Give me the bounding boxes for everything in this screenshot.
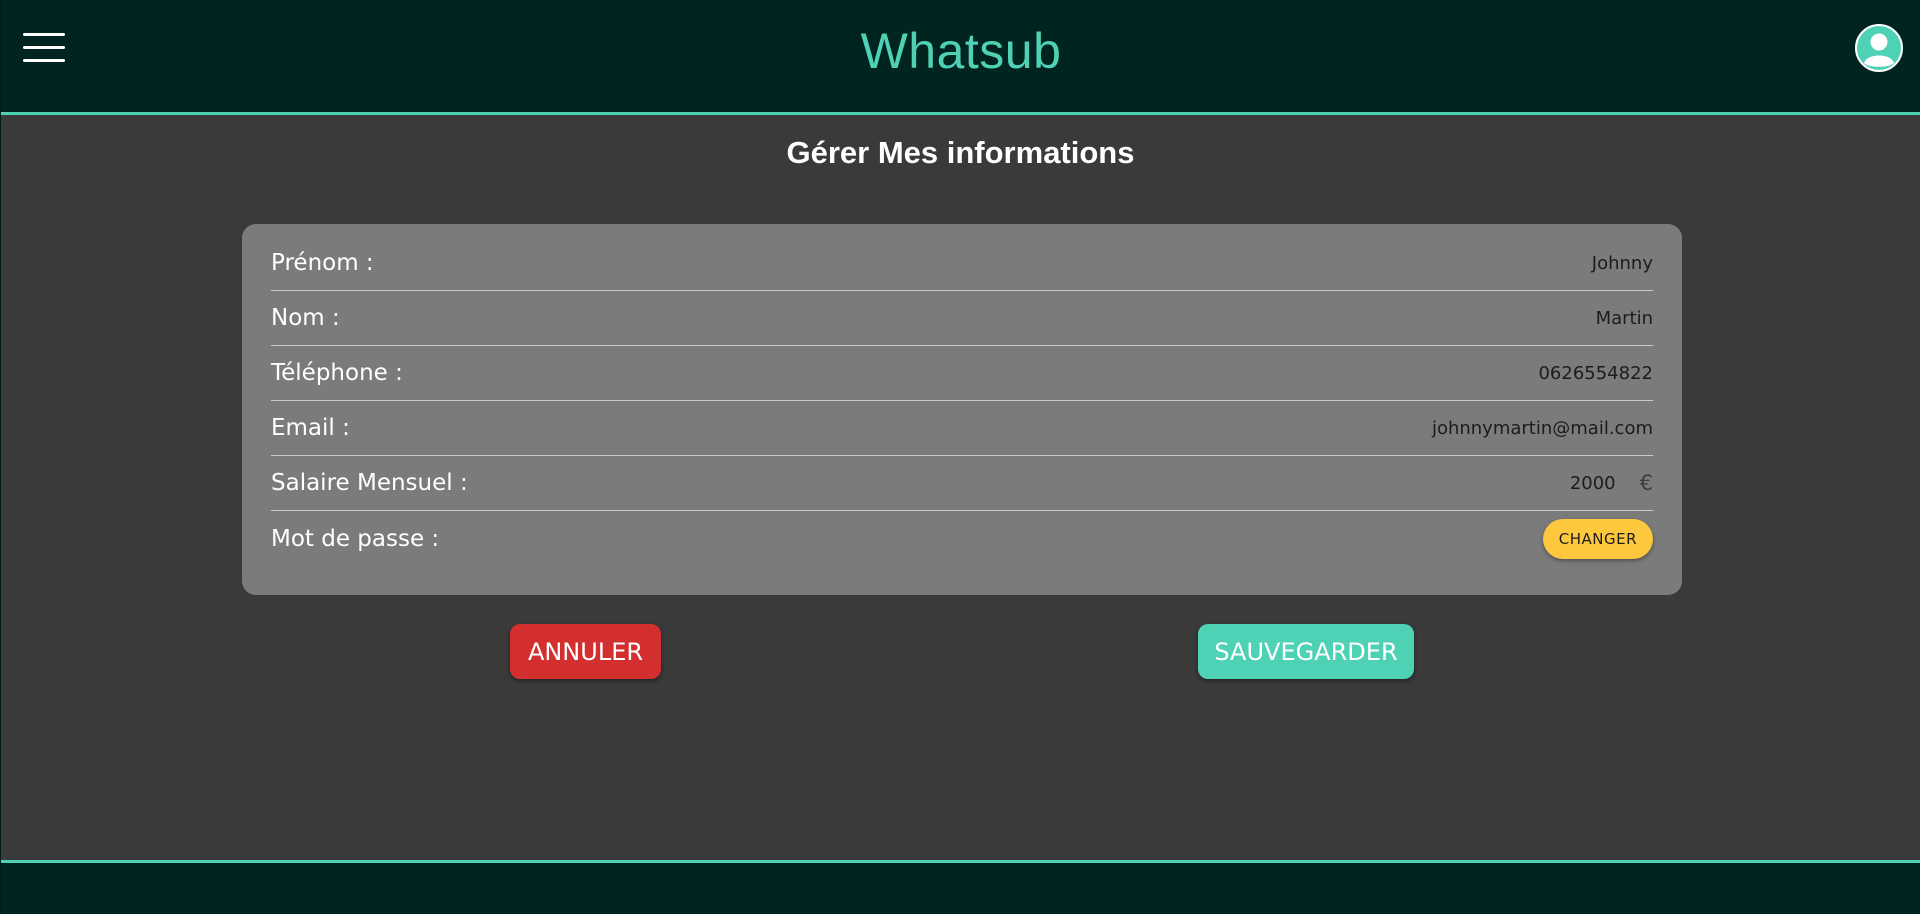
password-row: Mot de passe : CHANGER xyxy=(271,511,1653,567)
firstname-row: Prénom : Johnny xyxy=(271,236,1653,291)
page-title: Gérer Mes informations xyxy=(786,135,1135,170)
user-avatar-icon[interactable] xyxy=(1855,24,1903,72)
top-header: Whatsub xyxy=(1,0,1920,115)
lastname-label: Nom : xyxy=(271,305,340,331)
save-button[interactable]: SAUVEGARDER xyxy=(1198,624,1414,679)
app-title: Whatsub xyxy=(860,23,1062,79)
footer xyxy=(1,860,1920,914)
email-label: Email : xyxy=(271,415,350,441)
info-card: Prénom : Johnny Nom : Martin Téléphone :… xyxy=(242,224,1682,595)
phone-row: Téléphone : 0626554822 xyxy=(271,346,1653,401)
salary-field: 2000 € xyxy=(1570,471,1653,495)
password-label: Mot de passe : xyxy=(271,526,440,552)
user-avatar-svg xyxy=(1855,24,1903,72)
salary-label: Salaire Mensuel : xyxy=(271,470,468,496)
lastname-row: Nom : Martin xyxy=(271,291,1653,346)
page: Whatsub Gérer Mes informations Prénom : … xyxy=(0,0,1920,914)
firstname-label: Prénom : xyxy=(271,250,374,276)
cancel-button[interactable]: ANNULER xyxy=(510,624,661,679)
salary-row: Salaire Mensuel : 2000 € xyxy=(271,456,1653,511)
firstname-value[interactable]: Johnny xyxy=(1592,253,1653,274)
change-password-button[interactable]: CHANGER xyxy=(1542,519,1653,559)
email-value[interactable]: johnnymartin@mail.com xyxy=(1432,418,1653,439)
currency-symbol: € xyxy=(1639,471,1653,495)
lastname-value[interactable]: Martin xyxy=(1596,308,1653,329)
phone-value[interactable]: 0626554822 xyxy=(1538,363,1653,384)
phone-label: Téléphone : xyxy=(271,360,403,386)
email-row: Email : johnnymartin@mail.com xyxy=(271,401,1653,456)
salary-value[interactable]: 2000 xyxy=(1570,473,1616,494)
